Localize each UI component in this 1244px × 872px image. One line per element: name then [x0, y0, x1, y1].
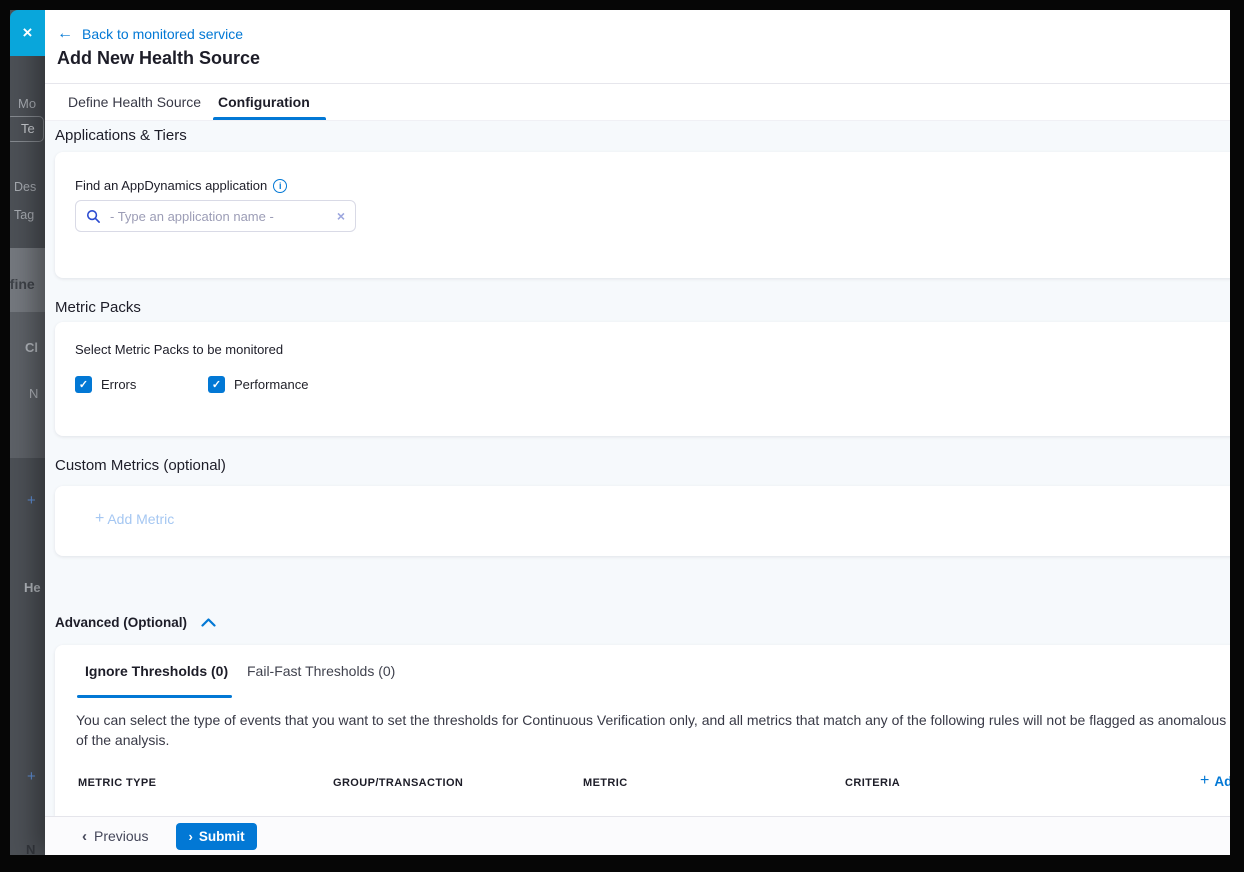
section-title-metric-packs: Metric Packs — [55, 299, 141, 316]
advanced-thresholds-card: Ignore Thresholds (0) Fail-Fast Threshol… — [55, 645, 1244, 816]
column-header-metric: METRIC — [583, 777, 628, 789]
chevron-up-icon — [201, 618, 216, 627]
active-tab-underline — [213, 117, 326, 120]
tab-configuration[interactable]: Configuration — [218, 84, 310, 120]
previous-label: Previous — [94, 828, 148, 844]
close-drawer-button[interactable]: × — [10, 10, 45, 56]
tab-ignore-thresholds[interactable]: Ignore Thresholds (0) — [85, 663, 228, 679]
checkbox-checked-icon[interactable]: ✓ — [75, 376, 92, 393]
previous-button[interactable]: ‹ Previous — [82, 828, 148, 845]
plus-icon: + — [1200, 772, 1209, 790]
custom-metrics-card: + Add Metric — [55, 486, 1244, 556]
submit-button[interactable]: › Submit — [176, 823, 256, 850]
add-health-source-drawer: ← Back to monitored service Add New Heal… — [45, 10, 1244, 855]
background-fragment: + — [27, 492, 36, 509]
column-header-group-transaction: GROUP/TRANSACTION — [333, 777, 463, 789]
configuration-panel: Applications & Tiers Find an AppDynamics… — [45, 121, 1244, 816]
window-frame-left — [0, 0, 10, 872]
drawer-header: ← Back to monitored service Add New Heal… — [45, 10, 1244, 84]
checkbox-label: Errors — [101, 377, 136, 392]
advanced-collapse-toggle[interactable]: Advanced (Optional) — [55, 615, 216, 630]
back-to-monitored-service-link[interactable]: ← Back to monitored service — [57, 26, 243, 42]
application-search-input[interactable] — [110, 209, 328, 224]
checkbox-label: Performance — [234, 377, 308, 392]
background-fragment: He — [24, 580, 41, 595]
chevron-right-icon: › — [188, 829, 192, 844]
search-icon — [86, 209, 101, 224]
metric-packs-card: Select Metric Packs to be monitored ✓ Er… — [55, 322, 1244, 436]
applications-card: Find an AppDynamics application i × — [55, 152, 1244, 278]
background-fragment: N — [29, 386, 38, 401]
column-header-criteria: CRITERIA — [845, 777, 900, 789]
thresholds-description-line1: You can select the type of events that y… — [76, 712, 1244, 728]
tab-fail-fast-thresholds[interactable]: Fail-Fast Thresholds (0) — [247, 663, 395, 679]
background-fragment: Des — [14, 180, 36, 194]
submit-label: Submit — [199, 829, 245, 844]
advanced-title: Advanced (Optional) — [55, 615, 187, 630]
screen: Mo Te Des Tag efine Cl N + He + N × ← Ba… — [0, 0, 1244, 872]
application-search-box: × — [75, 200, 356, 232]
tab-define-health-source[interactable]: Define Health Source — [68, 84, 201, 120]
background-band — [10, 312, 45, 458]
metric-packs-subtitle: Select Metric Packs to be monitored — [75, 342, 283, 357]
background-fragment: Tag — [14, 208, 34, 222]
dimmed-background-page: Mo Te Des Tag efine Cl N + He + N — [10, 10, 45, 855]
wizard-tab-bar: Define Health Source Configuration — [45, 84, 1244, 121]
section-title-custom-metrics: Custom Metrics (optional) — [55, 457, 226, 474]
back-arrow-icon: ← — [57, 27, 73, 41]
column-header-metric-type: METRIC TYPE — [78, 777, 156, 789]
checkbox-performance[interactable]: ✓ Performance — [208, 376, 308, 393]
plus-icon: + — [95, 510, 104, 528]
background-fragment: Mo — [18, 96, 36, 111]
add-metric-button[interactable]: + Add Metric — [95, 510, 174, 528]
app-search-label: Find an AppDynamics application — [75, 178, 267, 193]
active-tab-underline — [77, 695, 232, 698]
window-frame-top — [0, 0, 1244, 10]
window-frame-bottom — [0, 855, 1244, 872]
thresholds-description-line2: of the analysis. — [76, 732, 169, 748]
checkbox-checked-icon[interactable]: ✓ — [208, 376, 225, 393]
close-icon: × — [23, 23, 33, 43]
window-frame-right — [1230, 0, 1244, 872]
background-fragment-input: Te — [6, 116, 44, 142]
info-icon[interactable]: i — [273, 179, 287, 193]
chevron-left-icon: ‹ — [82, 828, 87, 845]
wizard-footer: ‹ Previous › Submit — [45, 816, 1244, 855]
checkbox-errors[interactable]: ✓ Errors — [75, 376, 136, 393]
add-metric-label: Add Metric — [107, 511, 174, 527]
back-link-label: Back to monitored service — [82, 26, 243, 42]
page-title: Add New Health Source — [57, 48, 260, 69]
clear-search-icon[interactable]: × — [337, 209, 345, 223]
section-title-applications-tiers: Applications & Tiers — [55, 127, 187, 144]
background-fragment: Cl — [25, 340, 38, 355]
background-fragment: + — [27, 768, 36, 785]
